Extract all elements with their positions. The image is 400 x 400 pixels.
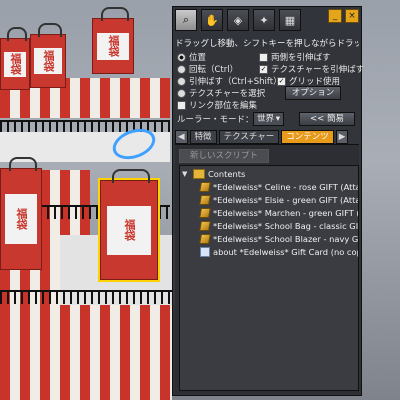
tab-texture[interactable]: テクスチャー	[218, 130, 280, 144]
wand-icon: ✦	[259, 13, 269, 27]
tab-scroll-right[interactable]: ▶	[335, 130, 349, 144]
option-stretch-textures[interactable]: ✓ テクスチャーを引伸ばす	[259, 63, 364, 75]
tab-scroll-left[interactable]: ◀	[175, 130, 188, 144]
bag-label: 福袋	[5, 194, 37, 244]
window-controls: _ ×	[328, 9, 359, 23]
gift-bag-left[interactable]: 福袋	[0, 157, 42, 270]
object-icon	[199, 182, 211, 192]
edit-tool-button[interactable]: ◈	[227, 9, 249, 31]
option-select-texture[interactable]: テクスチャーを選択	[177, 87, 265, 99]
checkbox-stretch-textures[interactable]: ✓	[259, 64, 268, 74]
gift-bag-top-right[interactable]: 福袋	[92, 7, 134, 74]
radio-select-texture[interactable]	[177, 88, 186, 98]
move-tool-button[interactable]: ✋	[201, 9, 223, 31]
close-button[interactable]: ×	[345, 9, 359, 23]
item-label: about *Edelweiss* Gift Card (no copy)	[213, 247, 359, 257]
ruler-mode-label: ルーラー・モード：	[177, 115, 254, 125]
option-stretch[interactable]: 引伸ばす（Ctrl+Shift）	[177, 75, 282, 87]
gift-bag-top-left[interactable]: 福袋	[0, 27, 30, 90]
new-script-button[interactable]: 新しいスクリプト	[179, 149, 269, 163]
folder-icon	[193, 169, 205, 179]
item-label: *Edelweiss* Marchen - green GIFT (A	[213, 208, 359, 218]
railing-front	[0, 290, 172, 304]
folder-label: Contents	[208, 169, 246, 179]
object-icon	[199, 234, 211, 244]
option-select-texture-label: テクスチャーを選択	[189, 89, 266, 99]
radio-stretch[interactable]	[177, 76, 186, 86]
gift-bag-selected[interactable]: 福袋	[100, 169, 158, 280]
list-item[interactable]: *Edelweiss* Celine - rose GIFT (Attach	[199, 182, 359, 192]
object-icon	[199, 208, 211, 218]
object-icon	[199, 195, 211, 205]
striped-wall-front	[0, 305, 172, 400]
checkbox-stretch-both[interactable]	[259, 52, 268, 62]
grid-options-button[interactable]: オプション	[285, 86, 341, 100]
list-item[interactable]: *Edelweiss* School Bag - classic GIFT	[199, 221, 359, 231]
contents-panel: 新しいスクリプト ▼ Contents *Edelweiss* Celine -…	[175, 144, 359, 394]
focus-tool-button[interactable]: ⌕	[175, 9, 197, 31]
minimize-button[interactable]: _	[328, 9, 342, 23]
object-icon	[199, 221, 211, 231]
option-stretch-label: 引伸ばす（Ctrl+Shift）	[189, 77, 282, 87]
stretch-both-label: 両側を引伸ばす	[271, 53, 331, 63]
tab-contents[interactable]: コンテンツ	[281, 130, 334, 144]
grab-icon: ✋	[205, 13, 219, 27]
land-icon: ▦	[284, 13, 296, 27]
list-item[interactable]: about *Edelweiss* Gift Card (no copy)	[200, 247, 359, 257]
gift-bag-top[interactable]: 福袋	[30, 23, 66, 88]
tool-hint: ドラッグし移動、シフトキーを押しながらドラッグしてコピー	[175, 39, 359, 49]
list-item[interactable]: *Edelweiss* Elsie - green GIFT (Attach	[199, 195, 359, 205]
notecard-icon	[200, 247, 210, 257]
list-item[interactable]: *Edelweiss* Marchen - green GIFT (A	[199, 208, 359, 218]
item-label: *Edelweiss* Elsie - green GIFT (Attach	[213, 195, 359, 205]
bag-label: 福袋	[106, 205, 152, 255]
option-move[interactable]: 位置	[177, 51, 206, 63]
stretch-textures-label: テクスチャーを引伸ばす	[271, 65, 365, 75]
radio-rotate[interactable]	[177, 64, 186, 74]
bag-label: 福袋	[34, 48, 62, 74]
expand-arrow-icon[interactable]: ▼	[182, 170, 190, 178]
item-label: *Edelweiss* School Blazer - navy GIFT	[213, 234, 359, 244]
create-cube-icon: ◈	[233, 13, 243, 27]
item-label: *Edelweiss* School Bag - classic GIFT	[213, 221, 359, 231]
radio-move[interactable]	[177, 52, 186, 62]
build-floater: _ × ⌕ ✋ ◈ ✦ ▦ ドラッグし移動、シフトキーを押しながらドラッグしてコ…	[172, 6, 364, 396]
option-rotate[interactable]: 回転（Ctrl）	[177, 63, 238, 75]
tool-bar: ⌕ ✋ ◈ ✦ ▦	[175, 9, 301, 31]
option-stretch-both[interactable]: 両側を引伸ばす	[259, 51, 331, 63]
checkbox-edit-linked[interactable]	[177, 100, 186, 110]
inventory-list[interactable]: ▼ Contents *Edelweiss* Celine - rose GIF…	[179, 165, 359, 391]
option-edit-linked[interactable]: リンク部位を編集	[177, 99, 257, 111]
option-rotate-label: 回転（Ctrl）	[189, 65, 239, 75]
tab-features[interactable]: 特徴	[189, 130, 217, 144]
ruler-mode-select[interactable]: 世界	[253, 112, 284, 126]
tab-strip: ◀ 特徴 テクスチャー コンテンツ ▶	[175, 130, 361, 144]
checkbox-use-grid[interactable]: ✓	[277, 76, 286, 86]
option-move-label: 位置	[189, 53, 207, 63]
item-label: *Edelweiss* Celine - rose GIFT (Attach	[213, 182, 359, 192]
simple-toggle-button[interactable]: << 簡易	[299, 112, 355, 126]
land-tool-button[interactable]: ▦	[279, 9, 301, 31]
magnifier-icon: ⌕	[182, 13, 190, 26]
bag-label: 福袋	[3, 51, 27, 77]
create-tool-button[interactable]: ✦	[253, 9, 275, 31]
bag-label: 福袋	[97, 32, 129, 60]
edit-linked-label: リンク部位を編集	[189, 101, 258, 111]
folder-row[interactable]: ▼ Contents	[182, 169, 245, 179]
list-item[interactable]: *Edelweiss* School Blazer - navy GIFT	[199, 234, 359, 244]
